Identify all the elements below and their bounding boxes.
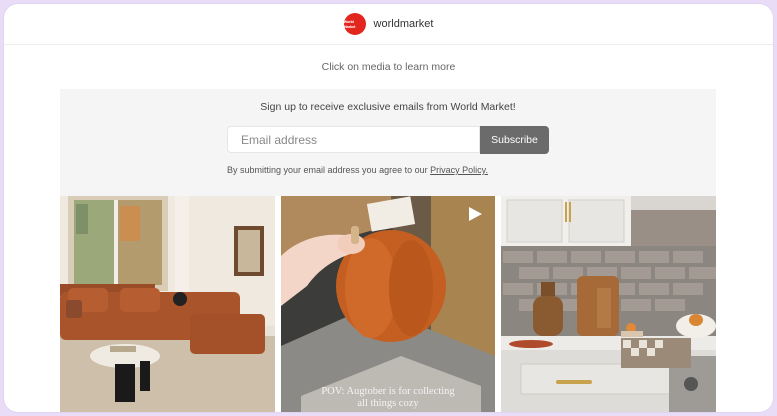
email-field-wrapper [227, 126, 480, 153]
privacy-policy-link[interactable]: Privacy Policy. [430, 165, 488, 175]
disclaimer-text: By submitting your email address you agr… [227, 165, 428, 175]
hint-text: Click on media to learn more [321, 61, 456, 73]
world-market-logo[interactable]: World Market [343, 13, 366, 35]
email-field[interactable] [239, 131, 479, 148]
subscribe-button[interactable]: Subscribe [480, 126, 549, 154]
media-grid: POV: Augtober is for collecting all thin… [60, 196, 717, 412]
living-room-image [60, 196, 275, 412]
signup-title: Sign up to receive exclusive emails from… [260, 101, 516, 113]
media-tile-pumpkin-video[interactable]: POV: Augtober is for collecting all thin… [280, 196, 496, 412]
privacy-disclaimer: By submitting your email address you agr… [227, 165, 488, 175]
video-caption: POV: Augtober is for collecting all thin… [281, 386, 496, 410]
caption-line-2: all things cozy [357, 398, 419, 409]
kitchen-image [501, 196, 717, 412]
play-icon[interactable] [467, 206, 483, 222]
brand-name[interactable]: worldmarket [374, 18, 434, 30]
email-signup-section: Sign up to receive exclusive emails from… [60, 89, 716, 196]
pumpkin-pillow-image [280, 196, 495, 412]
media-tile-kitchen[interactable] [501, 196, 717, 412]
caption-line-1: POV: Augtober is for collecting [321, 386, 455, 397]
page-frame: World Market worldmarket Click on media … [4, 4, 773, 412]
media-tile-living-room[interactable] [60, 196, 275, 412]
header: World Market worldmarket [4, 4, 773, 45]
